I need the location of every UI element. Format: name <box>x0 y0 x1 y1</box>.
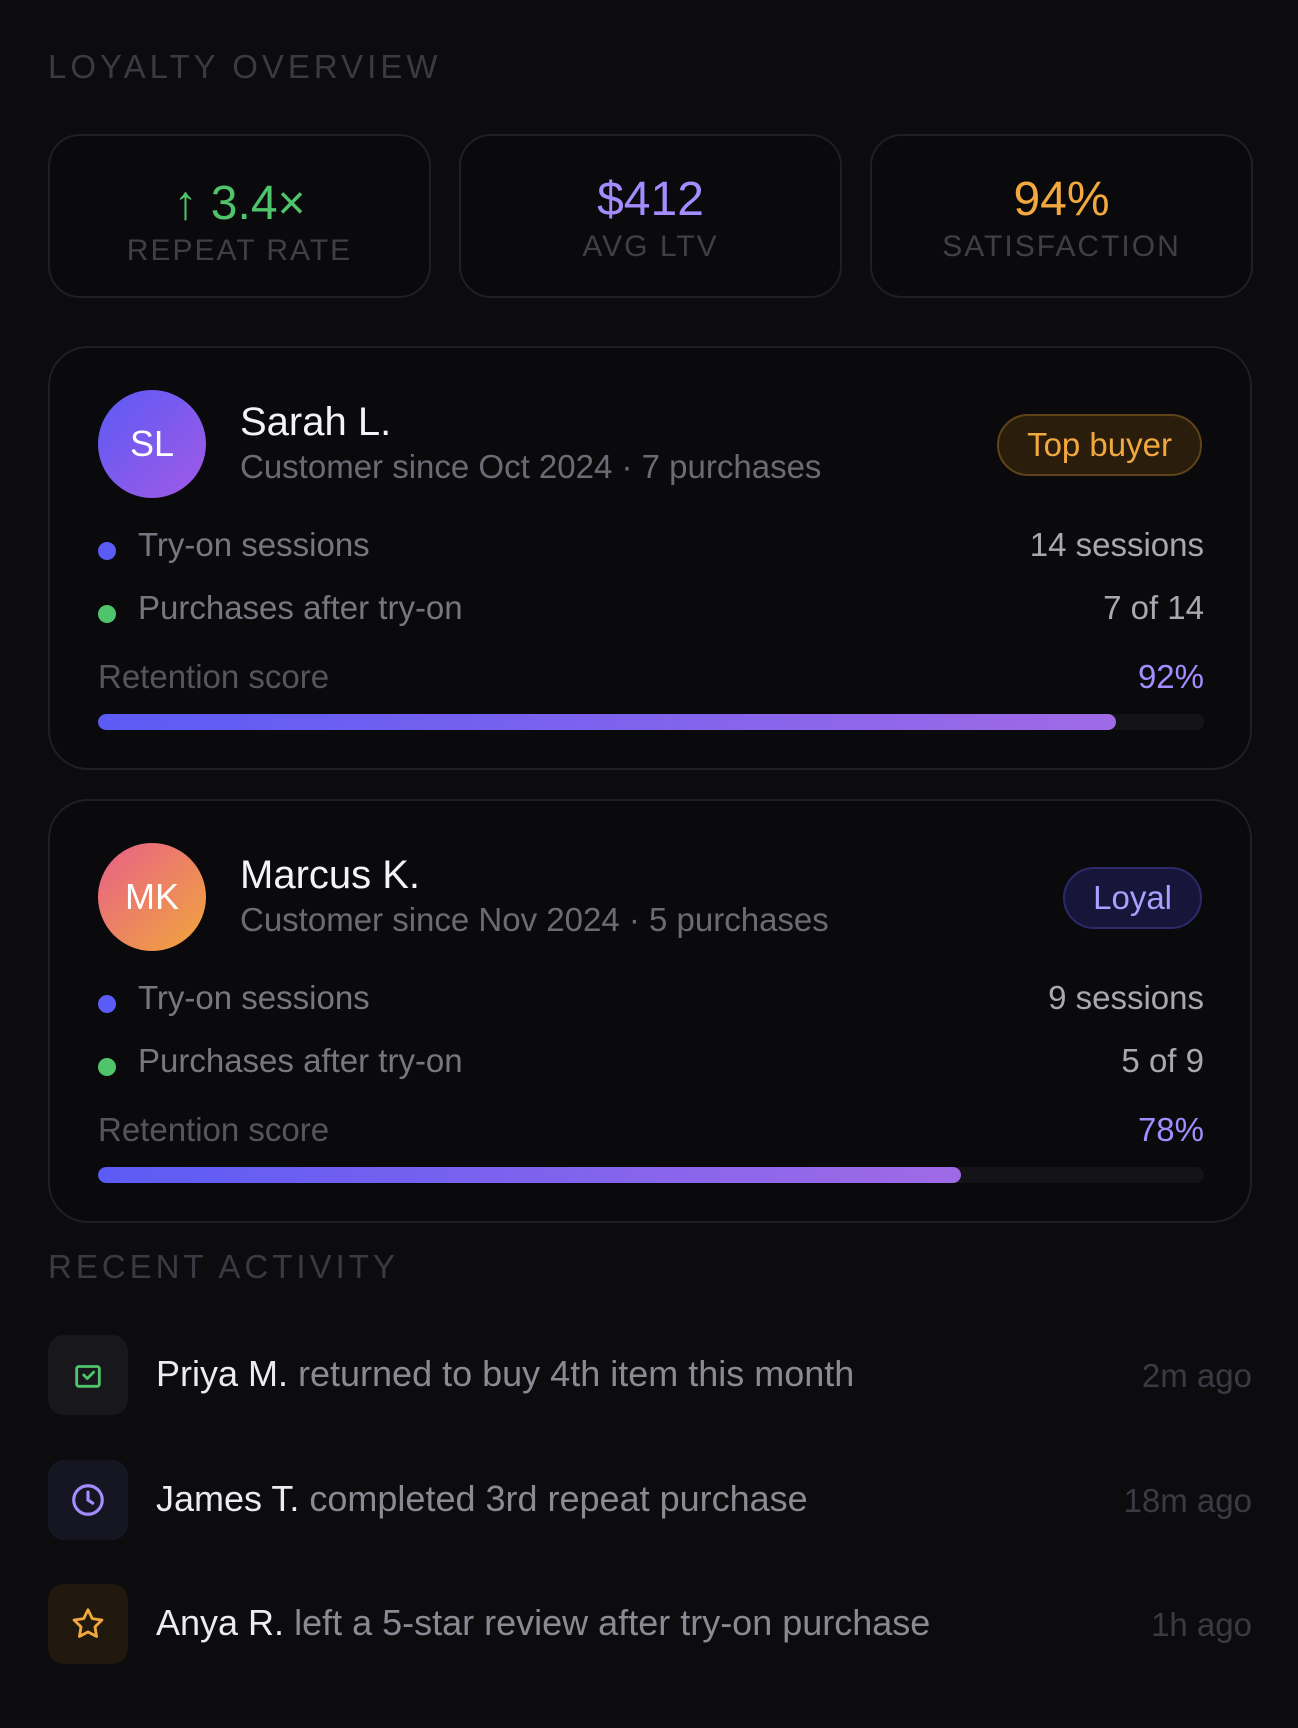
retention-progress-bar <box>98 714 1204 730</box>
shopping-bag-icon <box>48 1335 128 1415</box>
activity-user: Priya M. <box>156 1353 289 1394</box>
star-icon <box>48 1584 128 1664</box>
row-label: Purchases after try-on <box>138 589 463 626</box>
activity-description: returned to buy 4th item this month <box>288 1353 855 1394</box>
dot-icon <box>98 1058 116 1076</box>
row-label: Purchases after try-on <box>138 1042 463 1079</box>
stat-card-satisfaction: 94% SATISFACTION <box>870 134 1253 298</box>
stat-value: 94% <box>1013 173 1110 226</box>
stat-card-avg-ltv: $412 AVG LTV <box>459 134 842 298</box>
section-title-recent-activity: RECENT ACTIVITY <box>48 1248 399 1285</box>
stat-card-repeat-rate: ↑ 3.4× REPEAT RATE <box>48 134 431 298</box>
activity-item[interactable]: Anya R. left a 5-star review after try-o… <box>48 1584 1252 1664</box>
activity-time: 18m ago <box>1123 1482 1252 1519</box>
tryon-sessions-row: Try-on sessions 9 sessions <box>98 979 1204 1019</box>
customer-card-marcus[interactable]: MK Marcus K. Customer since Nov 2024 · 5… <box>48 799 1252 1223</box>
retention-label: Retention score <box>98 658 330 695</box>
activity-time: 2m ago <box>1141 1357 1252 1394</box>
stat-value: $412 <box>597 173 704 226</box>
tryon-sessions-row: Try-on sessions 14 sessions <box>98 526 1204 566</box>
stat-label: AVG LTV <box>582 230 719 263</box>
retention-value: 92% <box>1137 658 1204 695</box>
retention-label: Retention score <box>98 1111 330 1148</box>
dot-icon <box>98 542 116 560</box>
dot-icon <box>98 605 116 623</box>
activity-time: 1h ago <box>1151 1606 1252 1643</box>
retention-value: 78% <box>1137 1111 1204 1148</box>
activity-user: Anya R. <box>156 1602 285 1643</box>
customer-name: Marcus K. <box>240 853 421 897</box>
avatar: MK <box>98 843 206 951</box>
section-title-loyalty-overview: LOYALTY OVERVIEW <box>48 48 442 85</box>
activity-item[interactable]: James T. completed 3rd repeat purchase 1… <box>48 1460 1252 1540</box>
retention-progress-fill <box>98 1167 961 1183</box>
activity-text: James T. completed 3rd repeat purchase <box>156 1478 808 1520</box>
retention-row: Retention score 78% <box>98 1111 1204 1149</box>
row-value: 14 sessions <box>1029 526 1204 563</box>
retention-progress-bar <box>98 1167 1204 1183</box>
retention-row: Retention score 92% <box>98 658 1204 696</box>
stats-row: ↑ 3.4× REPEAT RATE $412 AVG LTV 94% SATI… <box>48 134 1253 298</box>
activity-user: James T. <box>156 1478 300 1519</box>
activity-item[interactable]: Priya M. returned to buy 4th item this m… <box>48 1335 1252 1415</box>
row-value: 5 of 9 <box>1121 1042 1204 1079</box>
dot-icon <box>98 995 116 1013</box>
activity-description: left a 5-star review after try-on purcha… <box>284 1602 931 1643</box>
customer-subtitle: Customer since Nov 2024 · 5 purchases <box>240 901 829 938</box>
purchases-row: Purchases after try-on 5 of 9 <box>98 1042 1204 1082</box>
activity-description: completed 3rd repeat purchase <box>299 1478 808 1519</box>
avatar: SL <box>98 390 206 498</box>
status-badge: Top buyer <box>997 414 1202 476</box>
row-value: 9 sessions <box>1048 979 1204 1016</box>
activity-text: Anya R. left a 5-star review after try-o… <box>156 1602 930 1644</box>
row-label: Try-on sessions <box>138 526 370 563</box>
customer-card-sarah[interactable]: SL Sarah L. Customer since Oct 2024 · 7 … <box>48 346 1252 770</box>
status-badge: Loyal <box>1063 867 1202 929</box>
row-label: Try-on sessions <box>138 979 370 1016</box>
retention-progress-fill <box>98 714 1116 730</box>
stat-label: REPEAT RATE <box>126 234 353 267</box>
clock-icon <box>48 1460 128 1540</box>
customer-name: Sarah L. <box>240 400 392 444</box>
row-value: 7 of 14 <box>1103 589 1204 626</box>
customer-subtitle: Customer since Oct 2024 · 7 purchases <box>240 448 822 485</box>
stat-label: SATISFACTION <box>942 230 1181 263</box>
purchases-row: Purchases after try-on 7 of 14 <box>98 589 1204 629</box>
stat-value: ↑ 3.4× <box>173 177 306 230</box>
activity-text: Priya M. returned to buy 4th item this m… <box>156 1353 854 1395</box>
